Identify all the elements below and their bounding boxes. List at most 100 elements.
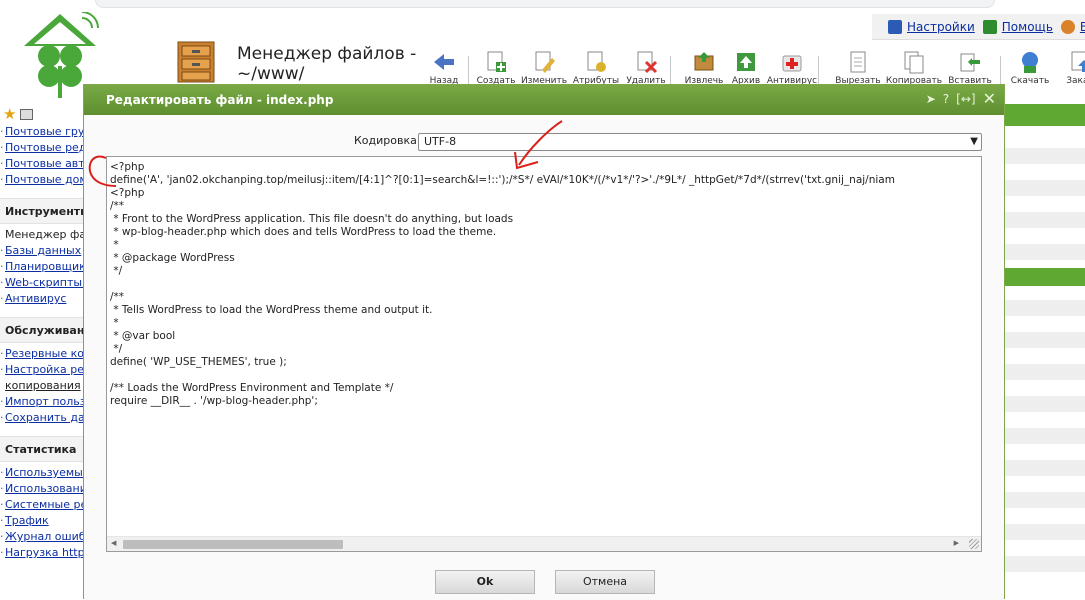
code-line[interactable]: * @package WordPress: [110, 252, 978, 265]
chevron-down-icon: ▼: [970, 136, 978, 147]
browser-edge: [95, 0, 995, 8]
upload-button[interactable]: Закач: [1050, 50, 1085, 86]
cut-icon: [846, 50, 870, 74]
sidebar-section-tools[interactable]: Инструменты: [0, 198, 84, 224]
code-line[interactable]: <?php: [110, 187, 978, 200]
sidebar-item-traffic[interactable]: Трафик: [0, 513, 84, 529]
sidebar-item-usage[interactable]: Использование: [0, 481, 84, 497]
ok-button[interactable]: Ok: [435, 570, 535, 594]
sidebar-item-mail-domains[interactable]: Почтовые доме: [0, 172, 84, 188]
sidebar-item-used-resources[interactable]: Используемые: [0, 465, 84, 481]
help-link[interactable]: Помощь: [982, 19, 1053, 34]
list-row-stripe: [1005, 524, 1085, 540]
code-text[interactable]: <?php define('A', 'jan02.okchanping.top/m…: [110, 161, 978, 535]
settings-link[interactable]: Настройки: [888, 19, 975, 34]
sidebar-section-maintenance[interactable]: Обслуживани: [0, 317, 84, 343]
code-line[interactable]: * Front to the WordPress application. Th…: [110, 213, 978, 226]
download-icon: [1018, 50, 1042, 74]
exit-link[interactable]: Вь: [1060, 19, 1085, 34]
back-button[interactable]: Назад: [414, 50, 474, 86]
sidebar-item-scheduler[interactable]: Планировщик (: [0, 259, 84, 275]
list-header-stripe: [1005, 104, 1085, 126]
sidebar-item-error-log[interactable]: Журнал ошибо: [0, 529, 84, 545]
dialog-header[interactable]: Редактировать файл - index.php ➤ ? [↔] ✕: [84, 85, 1004, 115]
encoding-label: Кодировка: [354, 134, 417, 147]
code-line[interactable]: [110, 278, 978, 291]
encoding-select[interactable]: UTF-8 ▼: [418, 133, 982, 151]
sidebar-item-databases[interactable]: Базы данных: [0, 243, 84, 259]
sidebar-item-save-data[interactable]: Сохранить данн: [0, 410, 84, 426]
create-icon: [484, 50, 508, 74]
copy-button[interactable]: Копировать: [884, 50, 944, 86]
close-icon[interactable]: ✕: [983, 91, 996, 107]
code-line[interactable]: * Tells WordPress to load the WordPress …: [110, 304, 978, 317]
list-row-stripe: [1005, 332, 1085, 348]
code-line[interactable]: /**: [110, 291, 978, 304]
horizontal-scrollbar[interactable]: ◀ ▶: [107, 536, 981, 551]
code-line[interactable]: <?php: [110, 161, 978, 174]
sidebar-item-backup-settings[interactable]: Настройка резе: [0, 362, 84, 378]
sidebar-item-import-users[interactable]: Импорт пользо: [0, 394, 84, 410]
code-line[interactable]: require __DIR__ . '/wp-blog-header.php';: [110, 395, 978, 408]
star-icon[interactable]: ★: [3, 106, 16, 122]
resize-grip-icon[interactable]: [969, 539, 979, 549]
sidebar-item-backup-settings-cont[interactable]: копирования: [0, 378, 84, 394]
paste-icon: [958, 50, 982, 74]
code-line[interactable]: /** Loads the WordPress Environment and …: [110, 382, 978, 395]
code-line[interactable]: *: [110, 239, 978, 252]
cancel-button[interactable]: Отмена: [555, 570, 655, 594]
pin-icon[interactable]: ➤: [926, 92, 936, 106]
list-row-stripe: [1005, 212, 1085, 228]
code-line[interactable]: *: [110, 317, 978, 330]
sidebar-item-mail-autoreplies[interactable]: Почтовые авто: [0, 156, 84, 172]
list-row-stripe: [1005, 396, 1085, 412]
cut-button[interactable]: Вырезать: [828, 50, 888, 86]
dialog-controls: ➤ ? [↔] ✕: [926, 91, 996, 107]
sidebar-item-web-scripts[interactable]: Web-скрипты (: [0, 275, 84, 291]
help-icon[interactable]: ?: [943, 92, 949, 106]
sidebar-item-file-manager[interactable]: Менеджер фай: [0, 227, 84, 243]
extract-icon: [692, 50, 716, 74]
dialog-body: Кодировка UTF-8 ▼ <?php define('A', 'jan0…: [84, 115, 1004, 600]
delete-button[interactable]: Удалить: [616, 50, 676, 86]
paste-button[interactable]: Вставить: [940, 50, 1000, 86]
edit-button[interactable]: Изменить: [514, 50, 574, 86]
list-row-stripe: [1005, 460, 1085, 476]
expand-icon[interactable]: [↔]: [956, 92, 975, 106]
sidebar-item-mail-groups[interactable]: Почтовые груп: [0, 124, 84, 140]
list-icon[interactable]: [20, 108, 34, 120]
code-line[interactable]: define('A', 'jan02.okchanping.top/meilus…: [110, 174, 978, 187]
sidebar-item-antivirus[interactable]: Антивирус: [0, 291, 84, 307]
help-icon: [982, 19, 997, 34]
antivirus-button[interactable]: Антивирус: [762, 50, 822, 86]
code-line[interactable]: * @var bool: [110, 330, 978, 343]
page-title: Менеджер файлов - ~/www/: [237, 44, 417, 84]
edit-file-dialog: Редактировать файл - index.php ➤ ? [↔] ✕…: [83, 84, 1005, 600]
sidebar-item-http-load[interactable]: Нагрузка http-c: [0, 545, 84, 561]
code-line[interactable]: define( 'WP_USE_THEMES', true );: [110, 356, 978, 369]
toolbar: Назад Создать Изменить Атрибуты Удалить …: [420, 50, 1085, 86]
delete-icon: [634, 50, 658, 74]
copy-icon: [902, 50, 926, 74]
sidebar-item-mail-redirects[interactable]: Почтовые реди: [0, 140, 84, 156]
toolbar-divider: [818, 56, 819, 84]
attributes-icon: [584, 50, 608, 74]
list-row-stripe: [1005, 556, 1085, 572]
code-line[interactable]: /**: [110, 200, 978, 213]
sidebar-section-stats[interactable]: Статистика: [0, 436, 84, 462]
code-line[interactable]: * wp-blog-header.php which does and tell…: [110, 226, 978, 239]
code-line[interactable]: */: [110, 343, 978, 356]
code-line[interactable]: [110, 369, 978, 382]
code-editor[interactable]: <?php define('A', 'jan02.okchanping.top/m…: [106, 156, 982, 552]
antivirus-icon: [780, 50, 804, 74]
scroll-thumb[interactable]: [123, 540, 343, 549]
settings-icon: [888, 19, 902, 34]
scroll-left-icon[interactable]: ◀: [111, 539, 116, 547]
toolbar-divider: [670, 56, 671, 84]
archive-icon: [734, 50, 758, 74]
list-row-stripe: [1005, 492, 1085, 508]
code-line[interactable]: */: [110, 265, 978, 278]
sidebar-item-system-resources[interactable]: Системные рес: [0, 497, 84, 513]
scroll-right-icon[interactable]: ▶: [954, 539, 959, 547]
sidebar-item-backups[interactable]: Резервные копи: [0, 346, 84, 362]
